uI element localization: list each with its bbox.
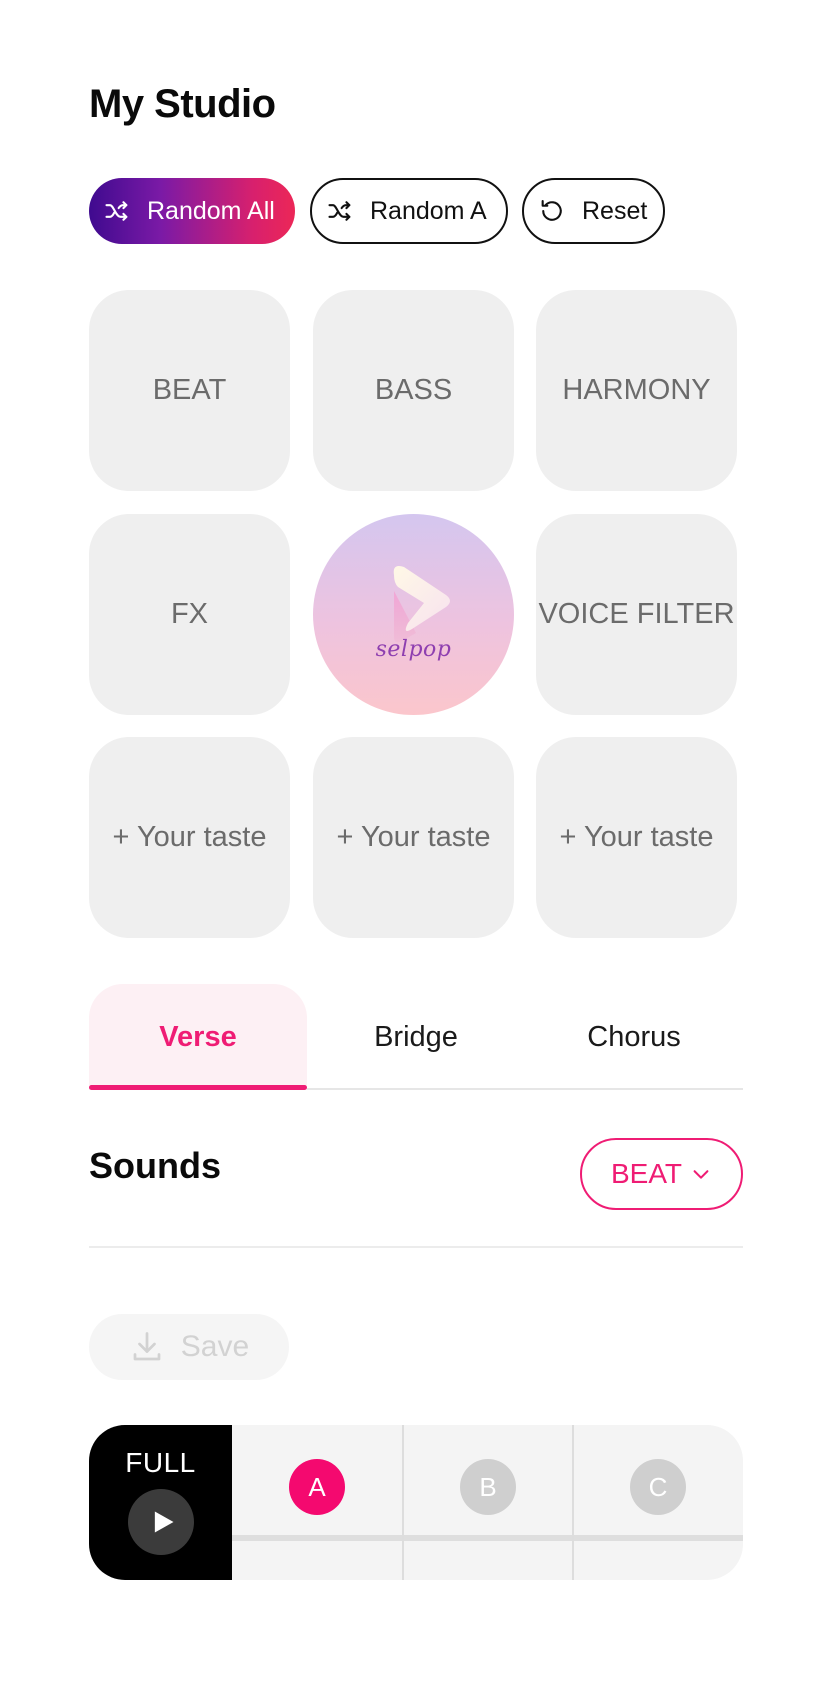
- your-taste-tile-3[interactable]: + Your taste: [536, 737, 737, 938]
- shuffle-icon: [105, 201, 128, 221]
- dropdown-value: BEAT: [610, 1158, 683, 1189]
- voice-filter-tile[interactable]: VOICE FILTER: [536, 514, 737, 715]
- download-icon: [133, 1332, 161, 1361]
- your-taste-tile-1[interactable]: + Your taste: [89, 737, 290, 938]
- segment-b-badge: B: [460, 1459, 516, 1515]
- page-title: My Studio: [89, 82, 276, 126]
- tab-verse[interactable]: Verse: [89, 984, 307, 1090]
- sounds-divider: [89, 1246, 743, 1248]
- reset-button[interactable]: Reset: [522, 178, 665, 244]
- play-icon: [154, 1511, 173, 1533]
- random-all-button[interactable]: Random All: [89, 178, 295, 244]
- segment-a-badge: A: [289, 1459, 345, 1515]
- reset-icon: [541, 200, 562, 221]
- segment-b[interactable]: B: [402, 1425, 572, 1580]
- segment-c-badge: C: [630, 1459, 686, 1515]
- random-a-button[interactable]: Random A: [310, 178, 508, 244]
- shuffle-icon: [328, 201, 351, 221]
- segment-c[interactable]: C: [572, 1425, 742, 1580]
- beat-tile[interactable]: BEAT: [89, 290, 290, 491]
- harmony-tile[interactable]: HARMONY: [536, 290, 737, 491]
- logo-wordmark: selpop: [375, 637, 452, 662]
- random-all-label: Random All: [147, 196, 275, 225]
- play-button[interactable]: [127, 1489, 194, 1555]
- chevron-down-icon: [693, 1170, 709, 1179]
- section-player: FULL A B C: [89, 1425, 743, 1580]
- bass-tile[interactable]: BASS: [313, 290, 514, 491]
- segment-a[interactable]: A: [232, 1425, 402, 1580]
- tab-chorus[interactable]: Chorus: [525, 984, 743, 1090]
- save-label: Save: [180, 1330, 250, 1363]
- play-full-button[interactable]: FULL: [89, 1425, 232, 1580]
- fx-tile[interactable]: FX: [89, 514, 290, 715]
- save-button[interactable]: Save: [89, 1314, 289, 1380]
- section-tabs: Verse Bridge Chorus: [89, 984, 743, 1090]
- selpop-logo: selpop: [313, 514, 514, 715]
- random-a-label: Random A: [370, 196, 487, 225]
- reset-label: Reset: [582, 196, 648, 225]
- sounds-heading: Sounds: [89, 1145, 221, 1186]
- sound-type-dropdown[interactable]: BEAT: [580, 1138, 743, 1210]
- full-label: FULL: [125, 1447, 196, 1478]
- tab-bridge[interactable]: Bridge: [307, 984, 525, 1090]
- your-taste-tile-2[interactable]: + Your taste: [313, 737, 514, 938]
